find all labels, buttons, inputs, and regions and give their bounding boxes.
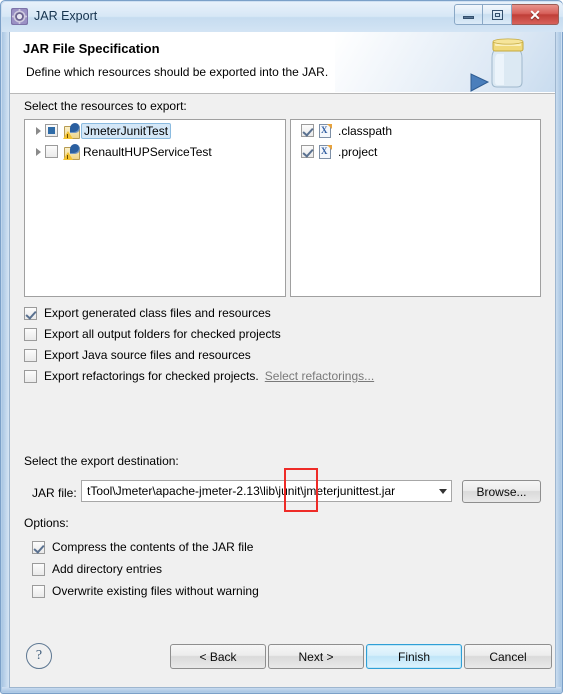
file-item-label: .classpath	[338, 123, 393, 138]
minimize-icon	[463, 16, 474, 19]
jar-jar-icon	[469, 34, 541, 92]
file-item-classpath[interactable]: X .classpath	[291, 120, 540, 141]
checkbox-export-all-output-folders[interactable]	[24, 327, 37, 341]
select-refactorings-link[interactable]: Select refactorings...	[265, 369, 374, 383]
window-controls: ✕	[454, 4, 559, 25]
checkbox-add-directory-entries[interactable]	[32, 562, 45, 576]
checkbox-jmeterjunittest[interactable]	[45, 124, 58, 137]
chevron-down-icon[interactable]	[434, 481, 451, 501]
option-label: Export all output folders for checked pr…	[44, 327, 281, 341]
resource-tree-right[interactable]: X .classpath X .project	[290, 119, 541, 297]
file-item-project[interactable]: X .project	[291, 141, 540, 162]
option-export-all-output-folders[interactable]: Export all output folders for checked pr…	[24, 327, 281, 341]
java-project-warning-icon	[63, 122, 80, 139]
tree-item-label: JmeterJunitTest	[81, 122, 172, 139]
jar-file-combo[interactable]: tTool\Jmeter\apache-jmeter-2.13\lib\juni…	[81, 480, 452, 502]
checkbox-export-generated-class-files[interactable]	[24, 306, 37, 320]
destination-label: Select the export destination:	[24, 454, 179, 468]
maximize-button[interactable]	[483, 4, 512, 25]
resource-tree-left[interactable]: JmeterJunitTest RenaultHUPServiceTest	[24, 119, 286, 297]
cancel-button[interactable]: Cancel	[464, 644, 552, 669]
next-button[interactable]: Next >	[268, 644, 364, 669]
window-title: JAR Export	[34, 9, 98, 23]
option-label: Overwrite existing files without warning	[52, 584, 259, 598]
dialog-footer: ? < Back Next > Finish Cancel	[10, 631, 555, 687]
option-label: Export Java source files and resources	[44, 348, 251, 362]
checkbox-compress-contents[interactable]	[32, 540, 45, 554]
tree-item-label: RenaultHUPServiceTest	[83, 144, 212, 159]
dialog-content: Select the resources to export: JmeterJu…	[10, 94, 555, 630]
xml-file-icon: X	[319, 144, 333, 160]
option-compress-contents[interactable]: Compress the contents of the JAR file	[32, 540, 253, 554]
close-icon: ✕	[529, 6, 541, 23]
tree-item-renaulthupservicetest[interactable]: RenaultHUPServiceTest	[25, 141, 285, 162]
jar-export-window: JAR Export ✕ JAR File Specification Defi…	[0, 0, 563, 694]
browse-button[interactable]: Browse...	[462, 480, 541, 503]
back-button[interactable]: < Back	[170, 644, 266, 669]
window-frame-left	[2, 31, 9, 689]
tree-item-jmeterjunittest[interactable]: JmeterJunitTest	[25, 120, 285, 141]
close-button[interactable]: ✕	[512, 4, 559, 25]
maximize-icon	[491, 9, 503, 20]
option-export-generated-class-files[interactable]: Export generated class files and resourc…	[24, 306, 271, 320]
minimize-button[interactable]	[454, 4, 483, 25]
dialog-header: JAR File Specification Define which reso…	[10, 32, 555, 94]
xml-file-icon: X	[319, 123, 333, 139]
java-project-warning-icon	[63, 143, 80, 160]
jar-file-label: JAR file:	[32, 486, 77, 500]
checkbox-export-refactorings[interactable]	[24, 369, 37, 383]
option-label: Add directory entries	[52, 562, 163, 576]
resources-label: Select the resources to export:	[24, 99, 187, 113]
option-label: Export generated class files and resourc…	[44, 306, 271, 320]
checkbox-renaulthupservicetest[interactable]	[45, 145, 58, 158]
file-item-label: .project	[338, 144, 378, 159]
option-export-java-source-files[interactable]: Export Java source files and resources	[24, 348, 251, 362]
option-label: Compress the contents of the JAR file	[52, 540, 254, 554]
checkbox-export-java-source-files[interactable]	[24, 348, 37, 362]
expand-arrow-icon[interactable]	[31, 141, 45, 162]
page-subtitle: Define which resources should be exporte…	[26, 65, 329, 79]
expand-arrow-icon[interactable]	[31, 120, 45, 141]
finish-button[interactable]: Finish	[366, 644, 462, 669]
option-overwrite-existing-files[interactable]: Overwrite existing files without warning	[32, 584, 259, 598]
options-label: Options:	[24, 516, 69, 530]
help-icon[interactable]: ?	[26, 643, 52, 669]
checkbox-classpath[interactable]	[301, 124, 314, 137]
dialog-client: JAR File Specification Define which reso…	[9, 32, 556, 688]
option-add-directory-entries[interactable]: Add directory entries	[32, 562, 162, 576]
title-bar[interactable]: JAR Export ✕	[2, 2, 563, 32]
jar-export-gear-icon	[11, 8, 28, 25]
jar-file-input[interactable]: tTool\Jmeter\apache-jmeter-2.13\lib\juni…	[82, 484, 434, 498]
checkbox-overwrite-existing-files[interactable]	[32, 584, 45, 598]
option-label: Export refactorings for checked projects…	[44, 369, 259, 383]
page-title: JAR File Specification	[23, 41, 160, 56]
checkbox-project[interactable]	[301, 145, 314, 158]
option-export-refactorings[interactable]: Export refactorings for checked projects…	[24, 369, 374, 383]
